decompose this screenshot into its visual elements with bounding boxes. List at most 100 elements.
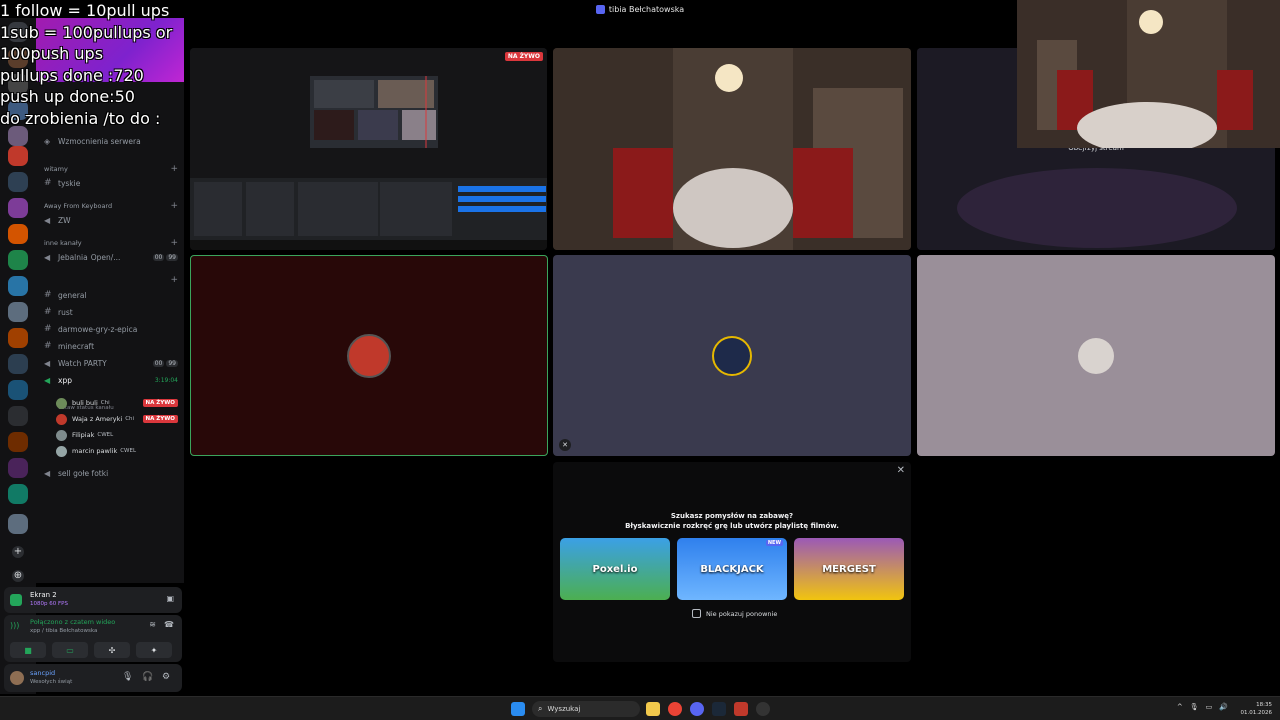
- screen-share-button[interactable]: ▭: [52, 642, 88, 658]
- channel-sell[interactable]: ◀ sell gołe fotki: [44, 466, 178, 480]
- signal-icon[interactable]: ))): [10, 621, 19, 630]
- close-icon[interactable]: ✕: [897, 465, 905, 476]
- dont-show-again-checkbox[interactable]: Nie pokazuj ponownie: [692, 609, 777, 618]
- server-icon[interactable]: [8, 224, 28, 244]
- server-icon[interactable]: [8, 484, 28, 504]
- headphones-icon[interactable]: 🎧: [142, 672, 153, 682]
- server-icon[interactable]: [8, 146, 28, 166]
- server-icon[interactable]: [8, 406, 28, 426]
- activities-button[interactable]: ✣: [94, 642, 130, 658]
- participant-tile[interactable]: [190, 255, 548, 456]
- channel-label: minecraft: [58, 341, 95, 351]
- settings-gear-icon[interactable]: ⚙: [162, 672, 170, 682]
- user-tag: Chi: [125, 416, 135, 422]
- search-input[interactable]: ⌕ Wyszukaj: [532, 701, 640, 717]
- server-icon[interactable]: [8, 302, 28, 322]
- avatar: [1078, 337, 1114, 374]
- discord-icon[interactable]: [690, 702, 704, 716]
- activity-card-blackjack[interactable]: NEW BLACKJACK: [677, 538, 787, 600]
- server-icon[interactable]: [8, 126, 28, 146]
- channel-darmowe[interactable]: # darmowe-gry-z-epica: [44, 322, 178, 336]
- stop-share-icon[interactable]: ▣: [166, 594, 174, 603]
- server-icon[interactable]: [8, 380, 28, 400]
- soundboard-button[interactable]: ✦: [136, 642, 172, 658]
- mic-icon[interactable]: 🎙: [1190, 703, 1199, 711]
- screen-share-icon: [10, 594, 22, 606]
- disconnect-icon[interactable]: ☎: [164, 620, 174, 629]
- voice-user[interactable]: Filipiak CWEL: [56, 428, 178, 442]
- participant-tile[interactable]: ✕: [553, 255, 911, 456]
- server-icon[interactable]: [8, 514, 28, 534]
- overlay-line: pullups done :720: [0, 65, 144, 85]
- stream-tile-camera[interactable]: [553, 48, 911, 250]
- camera-button[interactable]: ■: [10, 642, 46, 658]
- chrome-icon[interactable]: [668, 702, 682, 716]
- microphone-icon[interactable]: 🎙: [122, 672, 133, 682]
- avatar: [712, 335, 752, 376]
- server-icon[interactable]: [8, 354, 28, 374]
- server-icon[interactable]: [8, 276, 28, 296]
- voice-user[interactable]: marcin pawlik CWEL: [56, 444, 178, 458]
- participant-tile[interactable]: [917, 255, 1275, 456]
- voice-location[interactable]: xpp / tibia Bełchatowska: [30, 628, 97, 634]
- checkbox-label: Nie pokazuj ponownie: [706, 609, 778, 618]
- user-status: Wesołych świąt: [30, 679, 73, 685]
- add-channel-icon[interactable]: +: [170, 275, 178, 285]
- category-unnamed[interactable]: +: [44, 273, 178, 287]
- overlay-line: do zrobienia /to do :: [0, 108, 161, 128]
- add-server-icon[interactable]: +: [12, 546, 24, 558]
- server-icon[interactable]: [8, 172, 28, 192]
- start-icon[interactable]: [511, 702, 525, 716]
- steam-icon[interactable]: [712, 702, 726, 716]
- activity-card-poxel[interactable]: Poxel.io: [560, 538, 670, 600]
- category-inne[interactable]: inne kanały +: [44, 236, 178, 250]
- voice-status: Połączono z czatem wideo: [30, 618, 116, 626]
- channel-tyskie[interactable]: # tyskie: [44, 176, 178, 190]
- add-channel-icon[interactable]: +: [170, 201, 178, 211]
- checkbox[interactable]: [692, 609, 701, 618]
- voice-channel-icon: ◀: [44, 375, 51, 385]
- server-icon[interactable]: [8, 432, 28, 452]
- clock[interactable]: 18:35 01.01.2026: [1241, 701, 1273, 717]
- server-icon[interactable]: [8, 328, 28, 348]
- clock-time: 18:35: [1256, 702, 1272, 708]
- stream-tile-screen[interactable]: NA ŻYWO: [190, 48, 547, 250]
- card-label: MERGEST: [822, 563, 876, 575]
- user-name[interactable]: sancpid: [30, 669, 55, 677]
- category-witamy[interactable]: witamy +: [44, 162, 178, 176]
- category-away[interactable]: Away From Keyboard +: [44, 199, 178, 213]
- channel-label: xpp: [58, 375, 72, 385]
- server-icon[interactable]: [8, 198, 28, 218]
- channel-label: tyskie: [58, 178, 81, 188]
- channel-label: sell gołe fotki: [58, 468, 109, 478]
- server-boost-link[interactable]: ◈ Wzmocnienia serwera: [44, 134, 178, 148]
- obs-icon[interactable]: [756, 702, 770, 716]
- channel-jebalnia[interactable]: ◀ Jebalnia Open/... 00 99: [44, 250, 178, 264]
- channel-minecraft[interactable]: # minecraft: [44, 339, 178, 353]
- channel-zw[interactable]: ◀ ZW: [44, 213, 178, 227]
- app-icon[interactable]: [734, 702, 748, 716]
- count-current: 00: [152, 359, 165, 367]
- network-icon[interactable]: ▭: [1206, 703, 1213, 711]
- chevron-up-icon[interactable]: ^: [1177, 703, 1183, 711]
- server-icon[interactable]: [8, 250, 28, 270]
- channel-watch-party[interactable]: ◀ Watch PARTY 00 99: [44, 356, 178, 370]
- channel-general[interactable]: # general: [44, 288, 178, 302]
- add-channel-icon[interactable]: +: [170, 238, 178, 248]
- discover-icon[interactable]: ⊕: [12, 570, 24, 582]
- file-explorer-icon[interactable]: [646, 702, 660, 716]
- noise-suppression-icon[interactable]: ≋: [149, 620, 156, 629]
- channel-label: Jebalnia: [58, 252, 88, 262]
- activity-card-mergest[interactable]: MERGEST: [794, 538, 904, 600]
- channel-rust[interactable]: # rust: [44, 305, 178, 319]
- volume-icon[interactable]: 🔊: [1219, 703, 1228, 711]
- channel-xpp[interactable]: ◀ xpp 3:19:04: [44, 373, 178, 387]
- muted-mic-icon: ✕: [559, 439, 571, 451]
- user-count: 00 99: [152, 359, 178, 367]
- avatar[interactable]: [10, 671, 24, 685]
- add-channel-icon[interactable]: +: [170, 164, 178, 174]
- text-channel-icon: #: [44, 341, 52, 351]
- voice-user[interactable]: Waja z Ameryki Chi NA ŻYWO: [56, 412, 178, 426]
- server-icon[interactable]: [8, 458, 28, 478]
- voice-user[interactable]: buli buli Chi NA ŻYWO: [56, 396, 178, 410]
